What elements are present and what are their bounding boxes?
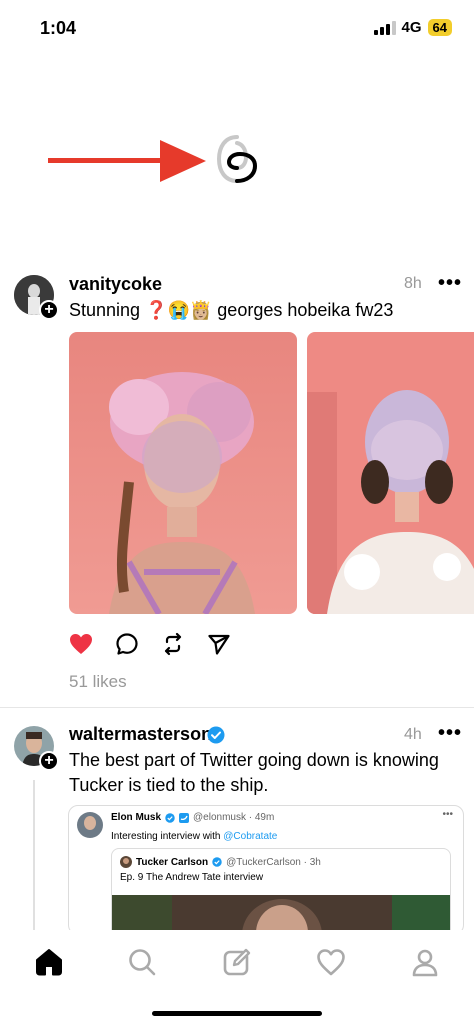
home-icon	[36, 949, 62, 976]
post-time: 8h	[404, 275, 422, 292]
tweet-more-icon: •••	[442, 809, 453, 820]
network-label: 4G	[401, 19, 422, 36]
post-image-2[interactable]	[307, 332, 474, 614]
quoted-tweet-image[interactable]: Elon Musk @elonmusk · 49m ••• Interestin…	[68, 805, 464, 935]
tweet-mention: @Cobratate	[223, 831, 278, 842]
tweet-handle: @elonmusk · 49m	[193, 812, 275, 823]
post-image-1[interactable]	[69, 332, 297, 614]
follow-plus-icon[interactable]: +	[39, 751, 59, 771]
battery-icon: 64	[427, 19, 452, 36]
comment-icon[interactable]	[115, 632, 139, 656]
inner-tweet-video-thumbnail	[112, 895, 450, 934]
tweet-avatar	[77, 812, 103, 838]
post-divider	[0, 707, 474, 708]
post-text: Stunning ❓😭👸🏼 georges hobeika fw23	[69, 300, 394, 320]
tweet-header: Elon Musk @elonmusk · 49m	[111, 812, 274, 823]
likes-count[interactable]: 51 likes	[69, 672, 127, 692]
tab-compose[interactable]	[217, 942, 257, 982]
heart-filled-icon[interactable]	[69, 633, 93, 655]
tab-search[interactable]	[122, 942, 162, 982]
status-time: 1:04	[40, 18, 77, 38]
inner-tweet-author: Tucker Carlson	[136, 856, 209, 868]
follow-plus-icon[interactable]: +	[39, 300, 59, 320]
more-options-icon[interactable]: •••	[438, 272, 462, 295]
inner-tweet-header: Tucker Carlson @TuckerCarlson · 3h	[120, 856, 321, 868]
red-arrow-icon	[48, 140, 206, 182]
verified-badge-icon	[165, 812, 175, 823]
post-username[interactable]: waltermasterson	[69, 724, 212, 745]
twitter-badge-icon	[179, 812, 190, 823]
verified-badge-icon	[212, 857, 222, 867]
status-indicators: 4G 64	[373, 19, 452, 36]
inner-quoted-tweet: Tucker Carlson @TuckerCarlson · 3h Ep. 9…	[111, 848, 451, 934]
compose-icon	[223, 948, 251, 976]
thread-line	[33, 780, 35, 930]
more-options-icon[interactable]: •••	[438, 722, 462, 745]
post-text: The best part of Twitter going down is k…	[69, 750, 439, 795]
post-time: 4h	[404, 726, 422, 743]
profile-icon	[412, 949, 438, 977]
status-bar: 1:04 4G 64	[0, 0, 474, 58]
tweet-text: Interesting interview with @Cobratate	[111, 826, 277, 844]
tweet-author: Elon Musk	[111, 812, 162, 823]
inner-tweet-avatar	[120, 856, 132, 868]
signal-icon	[373, 20, 396, 35]
inner-tweet-handle: @TuckerCarlson · 3h	[226, 856, 321, 868]
post-username[interactable]: vanitycoke	[69, 274, 162, 295]
share-icon[interactable]	[207, 632, 231, 656]
home-indicator[interactable]	[152, 1011, 322, 1016]
tab-activity[interactable]	[311, 942, 351, 982]
post-actions	[69, 632, 231, 656]
verified-badge-icon	[207, 726, 225, 744]
inner-tweet-text: Ep. 9 The Andrew Tate interview	[120, 872, 264, 883]
tab-profile[interactable]	[405, 942, 445, 982]
threads-logo-icon[interactable]	[213, 133, 261, 185]
repost-icon[interactable]	[161, 632, 185, 656]
tweet-text-prefix: Interesting interview with	[111, 831, 224, 842]
tab-home[interactable]	[29, 942, 69, 982]
heart-outline-icon	[317, 949, 345, 976]
search-icon	[129, 949, 156, 976]
